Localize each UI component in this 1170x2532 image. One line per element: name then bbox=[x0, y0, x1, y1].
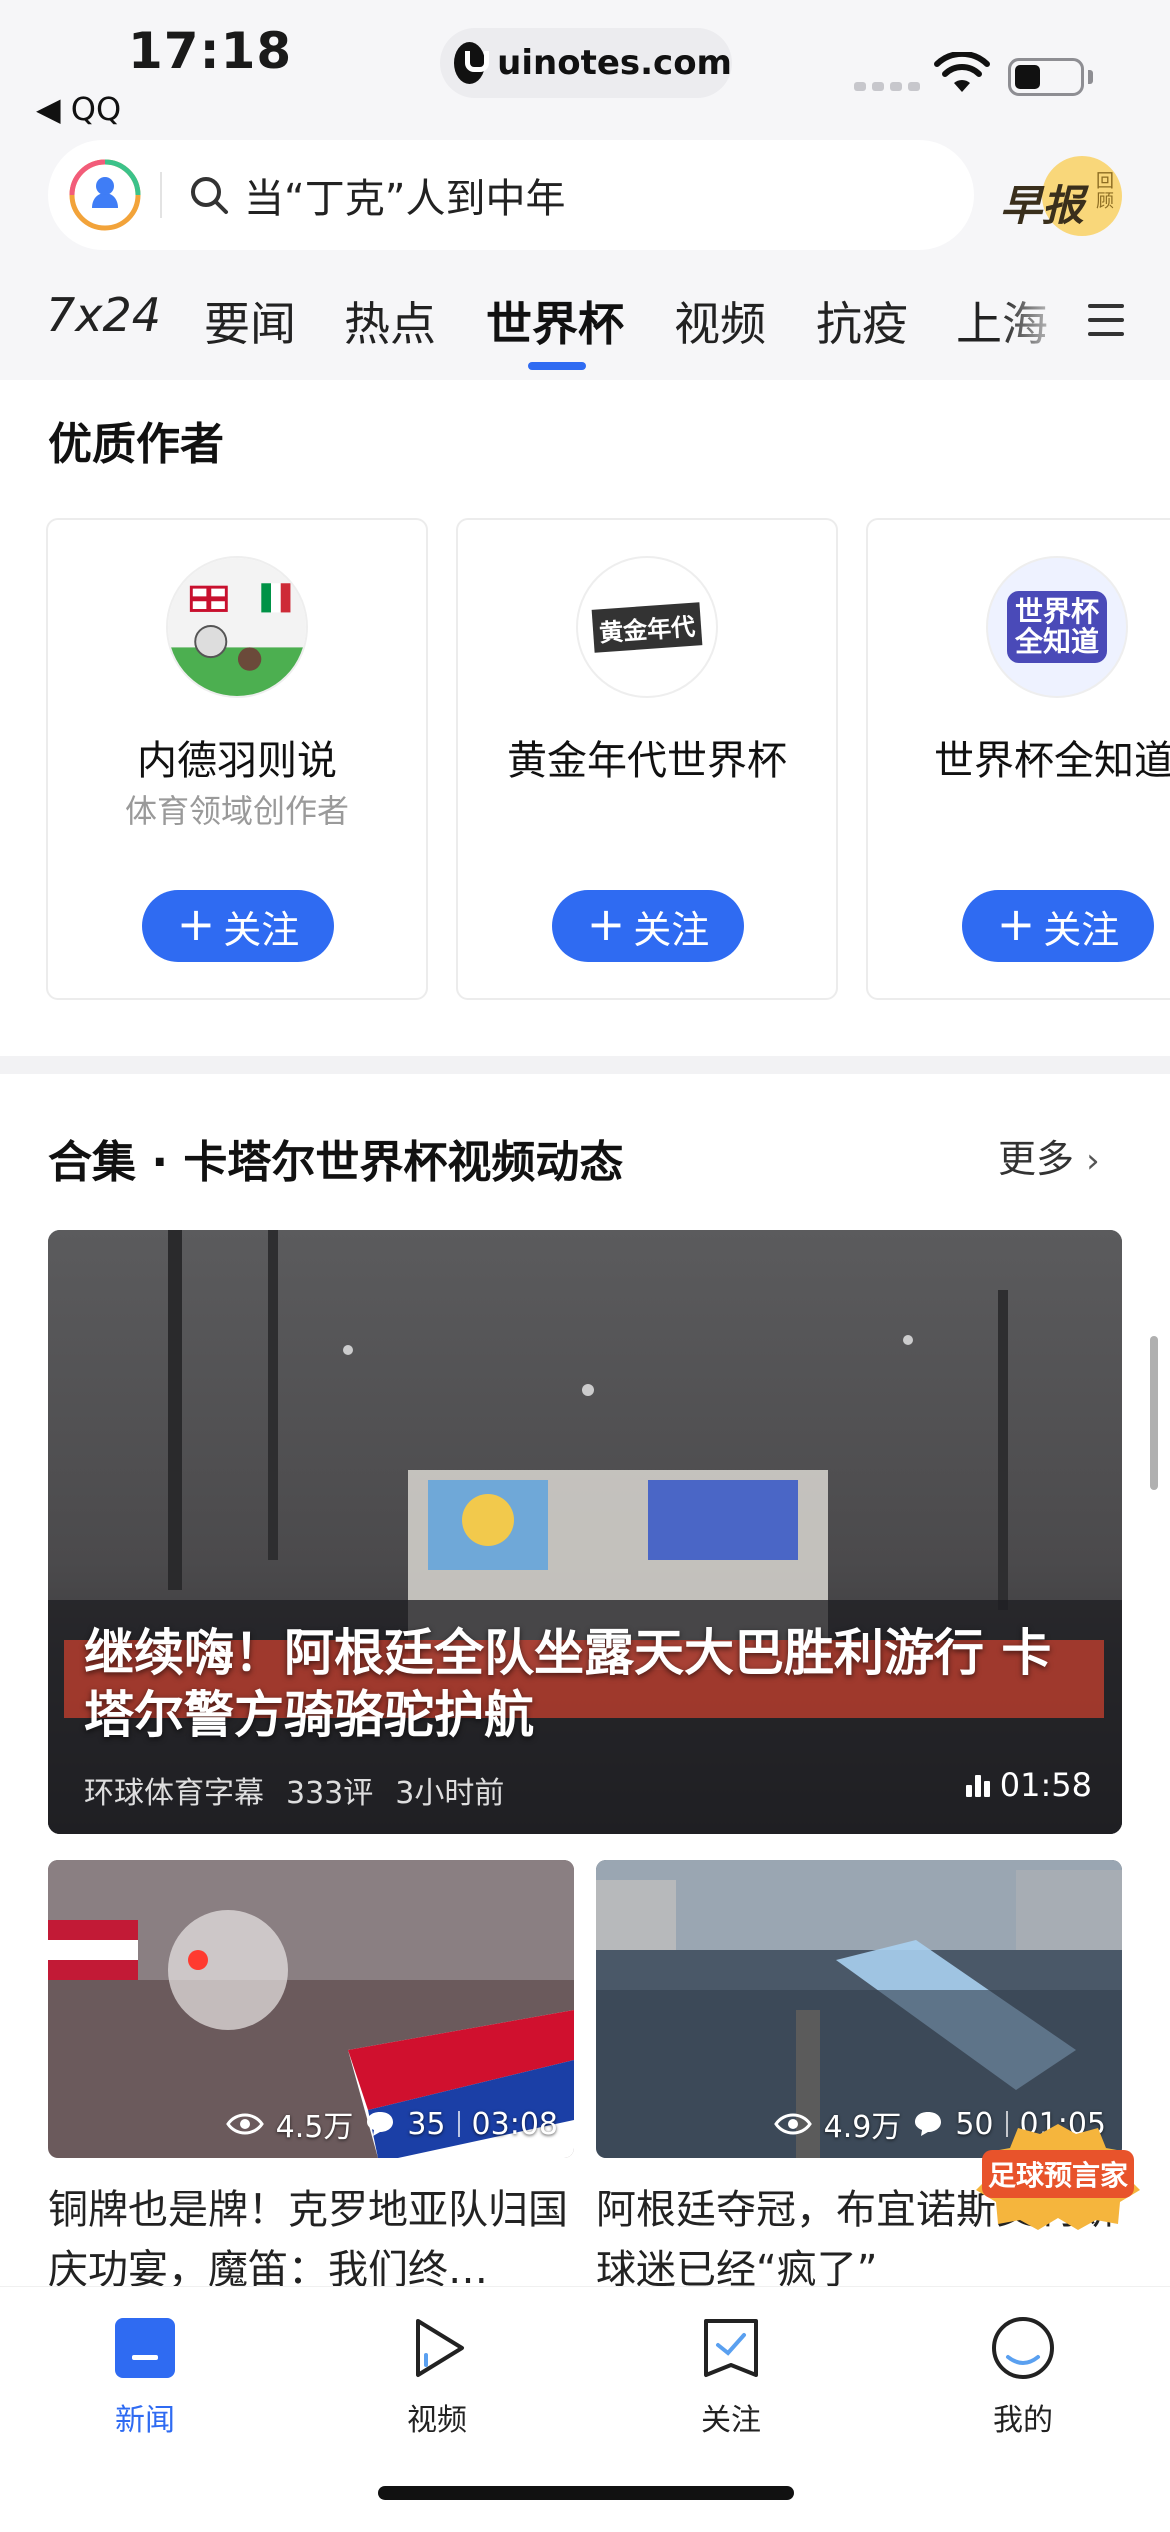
hero-comments: 333评 bbox=[286, 1776, 374, 1811]
url-text: uinotes.com bbox=[497, 43, 732, 83]
search-bar[interactable]: 当“丁克”人到中年 bbox=[48, 140, 974, 250]
collection-title: 合集 · 卡塔尔世界杯视频动态 bbox=[48, 1137, 624, 1188]
authors-title: 优质作者 bbox=[48, 419, 224, 470]
collection-section: 合集 · 卡塔尔世界杯视频动态 更多 › 继续嗨！阿根廷全队坐露天大巴胜利游行 … bbox=[0, 1074, 1170, 2304]
video-duration: 03:08 bbox=[471, 2106, 558, 2142]
football-prophet-badge[interactable]: 足球预言家 bbox=[968, 2120, 1148, 2230]
follow-label: 关注 bbox=[633, 907, 710, 952]
more-link[interactable]: 更多 › bbox=[998, 1128, 1100, 1183]
plus-icon: + bbox=[176, 897, 216, 951]
video-thumbnail-card[interactable]: 4.9万 50 01:05 bbox=[596, 1860, 1122, 2158]
tab-anti-epidemic[interactable]: 抗疫 bbox=[816, 288, 908, 354]
nav-news[interactable]: 新闻 bbox=[70, 2315, 220, 2439]
meta-separator bbox=[457, 2111, 460, 2137]
tab-hot[interactable]: 热点 bbox=[344, 288, 436, 354]
eye-icon bbox=[225, 2113, 264, 2135]
follow-button[interactable]: + 关注 bbox=[962, 890, 1154, 962]
search-icon bbox=[191, 177, 228, 214]
tab-world-cup[interactable]: 世界杯 bbox=[486, 288, 624, 354]
video-comments: 35 bbox=[407, 2106, 446, 2142]
video-thumbnail-meta: 4.5万 35 03:08 bbox=[48, 2102, 574, 2146]
hero-video-title: 继续嗨！阿根廷全队坐露天大巴胜利游行 卡塔尔警方骑骆驼护航 bbox=[84, 1624, 1052, 1744]
hero-duration-text: 01:58 bbox=[999, 1766, 1092, 1804]
chevron-right-icon: › bbox=[1086, 1141, 1100, 1181]
cellular-signal-icon bbox=[854, 82, 920, 91]
profile-icon bbox=[992, 2317, 1054, 2379]
hero-duration: 01:58 bbox=[965, 1766, 1092, 1804]
battery-icon bbox=[1008, 58, 1084, 96]
follow-check-icon bbox=[704, 2319, 758, 2377]
search-divider bbox=[160, 172, 162, 218]
nav-follow-label: 关注 bbox=[701, 2403, 761, 2438]
video-caption[interactable]: 铜牌也是牌！克罗地亚队归国庆功宴，魔笛：我们终… bbox=[48, 2180, 588, 2300]
hero-time-ago: 3小时前 bbox=[395, 1776, 505, 1811]
site-logo-icon bbox=[454, 42, 490, 84]
wifi-icon bbox=[934, 52, 990, 92]
morning-report-label: 早报 bbox=[1000, 181, 1085, 230]
app-logo-icon[interactable] bbox=[68, 158, 142, 232]
news-icon bbox=[115, 2318, 175, 2378]
video-thumbnail-card[interactable]: 4.5万 35 03:08 bbox=[48, 1860, 574, 2158]
audio-bars-icon bbox=[965, 1773, 990, 1797]
author-card[interactable]: 黄金年代 黄金年代世界杯 + 关注 bbox=[456, 518, 838, 1000]
app-screen: 17:18 ◀ QQ uinotes.com 当“丁克”人到中年 早报 回顾 7… bbox=[0, 0, 1170, 2532]
author-avatar[interactable] bbox=[166, 556, 308, 698]
author-avatar-logo-text: 世界杯全知道 bbox=[1007, 591, 1107, 663]
home-indicator[interactable] bbox=[378, 2486, 794, 2500]
author-name: 世界杯全知道 bbox=[934, 738, 1170, 784]
tab-headlines[interactable]: 要闻 bbox=[204, 288, 296, 354]
battery-tip bbox=[1088, 70, 1093, 84]
comment-icon bbox=[915, 2112, 942, 2136]
search-query-text[interactable]: 当“丁克”人到中年 bbox=[244, 166, 565, 224]
nav-profile-label: 我的 bbox=[993, 2403, 1053, 2438]
hero-video-card[interactable]: 继续嗨！阿根廷全队坐露天大巴胜利游行 卡塔尔警方骑骆驼护航 环球体育字幕 333… bbox=[48, 1230, 1122, 1834]
header: 当“丁克”人到中年 早报 回顾 7x24 要闻 热点 世界杯 视频 抗疫 上海 bbox=[0, 140, 1170, 380]
nav-follow[interactable]: 关注 bbox=[656, 2315, 806, 2439]
nav-news-label: 新闻 bbox=[115, 2403, 175, 2438]
section-divider bbox=[0, 1056, 1170, 1074]
scrollbar[interactable] bbox=[1150, 1336, 1158, 1490]
follow-button[interactable]: + 关注 bbox=[552, 890, 744, 962]
comment-icon bbox=[367, 2112, 394, 2136]
back-to-app-link[interactable]: ◀ QQ bbox=[36, 90, 121, 128]
hero-source: 环球体育字幕 bbox=[84, 1776, 264, 1811]
nav-video[interactable]: 视频 bbox=[362, 2315, 512, 2439]
author-name: 黄金年代世界杯 bbox=[507, 738, 787, 784]
follow-button[interactable]: + 关注 bbox=[142, 890, 334, 962]
status-bar: 17:18 ◀ QQ uinotes.com bbox=[0, 0, 1170, 140]
menu-icon[interactable] bbox=[1088, 304, 1124, 336]
video-play-icon bbox=[416, 2319, 464, 2377]
author-name: 内德羽则说 bbox=[137, 738, 337, 784]
nav-profile[interactable]: 我的 bbox=[948, 2315, 1098, 2439]
morning-report-sub: 回顾 bbox=[1096, 171, 1114, 212]
author-desc: 体育领域创作者 bbox=[124, 792, 349, 830]
author-card[interactable]: 世界杯全知道 世界杯全知道 + 关注 bbox=[866, 518, 1170, 1000]
video-views: 4.9万 bbox=[823, 2110, 902, 2145]
tab-7x24[interactable]: 7x24 bbox=[46, 288, 161, 342]
author-avatar[interactable]: 世界杯全知道 bbox=[986, 556, 1128, 698]
badge-label: 足球预言家 bbox=[988, 2159, 1129, 2192]
plus-icon: + bbox=[586, 897, 626, 951]
author-avatar[interactable]: 黄金年代 bbox=[576, 556, 718, 698]
authors-section: 优质作者 内德羽则说 体育领域创作者 + 关注 黄金年代 黄金年代世界杯 + 关… bbox=[0, 380, 1170, 1056]
eye-icon bbox=[773, 2113, 812, 2135]
active-tab-indicator bbox=[528, 362, 586, 370]
status-time: 17:18 bbox=[128, 22, 293, 80]
author-avatar-logo-text: 黄金年代 bbox=[591, 601, 703, 653]
follow-label: 关注 bbox=[1043, 907, 1120, 952]
follow-label: 关注 bbox=[223, 907, 300, 952]
morning-report-button[interactable]: 早报 回顾 bbox=[1000, 156, 1130, 242]
video-views: 4.5万 bbox=[275, 2110, 354, 2145]
tab-video[interactable]: 视频 bbox=[674, 288, 766, 354]
hero-video-meta: 环球体育字幕 333评 3小时前 bbox=[84, 1768, 504, 1812]
nav-video-label: 视频 bbox=[407, 2403, 467, 2438]
tab-fade bbox=[1000, 280, 1070, 370]
url-pill[interactable]: uinotes.com bbox=[440, 28, 732, 98]
plus-icon: + bbox=[996, 897, 1036, 951]
author-card[interactable]: 内德羽则说 体育领域创作者 + 关注 bbox=[46, 518, 428, 1000]
more-label: 更多 bbox=[998, 1137, 1075, 1181]
